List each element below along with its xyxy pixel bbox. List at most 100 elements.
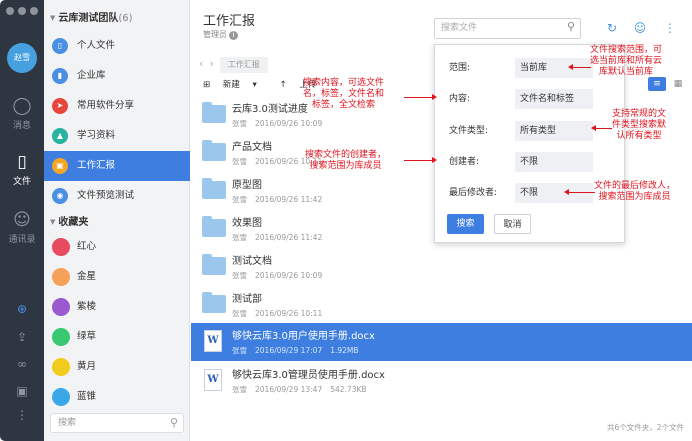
file-date: 2016/09/26 11:42 bbox=[255, 233, 323, 242]
search-content-select[interactable]: 文件名和标签 bbox=[515, 89, 593, 109]
minimize-window-button[interactable] bbox=[18, 7, 26, 15]
file-icon: ▯ bbox=[17, 152, 27, 172]
sidebar-item-label: 常用软件分享 bbox=[77, 100, 135, 111]
color-dot-icon bbox=[52, 238, 70, 256]
add-icon[interactable]: ⊕ bbox=[0, 302, 44, 316]
search-scope-label: 范围: bbox=[449, 63, 471, 73]
color-dot-icon bbox=[52, 328, 70, 346]
sidebar-item-label: 企业库 bbox=[77, 70, 106, 81]
annotation-line: 支持常规的文 bbox=[612, 109, 667, 119]
chat-bubble-icon: ◯ bbox=[12, 96, 32, 116]
last-modifier-select[interactable]: 不限 bbox=[515, 183, 593, 203]
favorite-item-green[interactable]: 绿草 bbox=[44, 324, 190, 350]
file-row[interactable]: 测试文档 张雪 2016/09/26 10:09 bbox=[191, 248, 692, 286]
sidebar-search-input[interactable]: 搜索 ⚲ bbox=[50, 413, 184, 433]
rail-item-messages[interactable]: ◯ 消息 bbox=[0, 96, 44, 131]
sidebar-item-study-materials[interactable]: ▲ 学习资料 bbox=[44, 121, 190, 151]
file-owner: 张雪 bbox=[232, 157, 247, 166]
file-name: 测试部 bbox=[232, 294, 262, 305]
sidebar-item-personal-files[interactable]: ▯ 个人文件 bbox=[44, 31, 190, 61]
sidebar-item-preview-test[interactable]: ◉ 文件预览测试 bbox=[44, 181, 190, 211]
word-doc-icon: W bbox=[204, 369, 222, 391]
file-type-select[interactable]: 所有类型 bbox=[515, 121, 593, 141]
annotation-line: 名，标签，文件名和 bbox=[303, 89, 385, 99]
graduation-icon: ▲ bbox=[52, 128, 68, 144]
file-meta: 张雪 2016/09/26 10:09 bbox=[232, 118, 330, 129]
zoom-window-button[interactable] bbox=[30, 7, 38, 15]
rail-item-contacts[interactable]: ☺ 通讯录 bbox=[0, 210, 44, 245]
sidebar-item-label: 工作汇报 bbox=[77, 160, 116, 171]
file-name: 效果图 bbox=[232, 218, 262, 229]
more-icon[interactable]: ⋮ bbox=[0, 408, 44, 422]
folder-icon bbox=[202, 178, 226, 199]
favorite-item-yellow[interactable]: 黄月 bbox=[44, 354, 190, 380]
sidebar-item-enterprise-library[interactable]: ▮ 企业库 bbox=[44, 61, 190, 91]
new-button[interactable]: ⊞ 新建 ▾ bbox=[203, 80, 267, 90]
annotation-line: 认所有类型 bbox=[616, 131, 662, 141]
caret-down-icon: ▼ bbox=[50, 14, 56, 22]
file-meta: 张雪 2016/09/29 17:07 1.92MB bbox=[232, 345, 367, 356]
file-row[interactable]: 测试部 张雪 2016/09/26 10:11 bbox=[191, 286, 692, 324]
folder-icon bbox=[202, 216, 226, 237]
annotation-last-modifier: 文件的最后修改人， 搜索范围为库成员 bbox=[594, 181, 675, 203]
favorite-item-purple[interactable]: 紫棱 bbox=[44, 294, 190, 320]
briefcase-icon: ▣ bbox=[52, 158, 68, 174]
file-row[interactable]: W 够快云库3.0管理员使用手册.docx 张雪 2016/09/29 13:47… bbox=[191, 362, 692, 400]
sidebar-item-label: 学习资料 bbox=[77, 130, 116, 141]
annotation-arrow bbox=[568, 64, 591, 70]
back-arrow-icon[interactable]: ‹ bbox=[199, 57, 203, 70]
file-name: 够快云库3.0管理员使用手册.docx bbox=[232, 370, 385, 381]
page-title: 工作汇报 bbox=[203, 14, 256, 29]
search-content-label: 内容: bbox=[449, 94, 471, 104]
annotation-creator: 搜索文件的创建者， 搜索范围为库成员 bbox=[305, 150, 386, 172]
file-row-selected[interactable]: W 够快云库3.0用户使用手册.docx 张雪 2016/09/29 17:07 1… bbox=[191, 323, 692, 361]
color-dot-icon bbox=[52, 298, 70, 316]
link-icon[interactable]: ∞ bbox=[0, 357, 44, 371]
cancel-button[interactable]: 取消 bbox=[494, 214, 531, 234]
sidebar-search-placeholder: 搜索 bbox=[58, 418, 77, 428]
close-window-button[interactable] bbox=[6, 7, 14, 15]
search-button[interactable]: 搜索 bbox=[447, 214, 484, 234]
add-member-icon[interactable]: ☺ bbox=[631, 19, 649, 37]
favorite-item-blue[interactable]: 蓝锥 bbox=[44, 384, 190, 410]
annotation-file-type: 支持常规的文 件类型搜索默 认所有类型 bbox=[612, 109, 666, 142]
role-text: 管理员 bbox=[203, 30, 227, 39]
sync-icon[interactable]: ↻ bbox=[603, 19, 621, 37]
file-type-label: 文件类型: bbox=[449, 126, 489, 136]
favorite-item-red[interactable]: 红心 bbox=[44, 234, 190, 260]
annotation-line: 文件的最后修改人， bbox=[594, 181, 676, 191]
sidebar-item-work-report[interactable]: ▣ 工作汇报 bbox=[44, 151, 190, 181]
annotation-line: 搜索范围为库成员 bbox=[309, 161, 382, 171]
file-name: 够快云库3.0用户使用手册.docx bbox=[232, 331, 375, 342]
sidebar-item-software-share[interactable]: ➤ 常用软件分享 bbox=[44, 91, 190, 121]
word-doc-icon: W bbox=[204, 330, 222, 352]
favorite-label: 蓝锥 bbox=[77, 391, 97, 402]
grid-view-icon[interactable]: ▦ bbox=[669, 77, 687, 91]
favorites-header[interactable]: ▼ 收藏夹 bbox=[44, 212, 190, 232]
info-icon[interactable]: i bbox=[229, 31, 238, 40]
file-owner: 张雪 bbox=[232, 119, 247, 128]
avatar[interactable]: 赵雪 bbox=[7, 43, 37, 73]
share-icon: ➤ bbox=[52, 98, 68, 114]
annotation-line: 搜索范围为库成员 bbox=[598, 192, 671, 202]
list-view-icon[interactable]: ≡ bbox=[648, 77, 666, 91]
file-date: 2016/09/26 11:42 bbox=[255, 195, 323, 204]
favorite-label: 红心 bbox=[77, 241, 97, 252]
rail-item-files[interactable]: ▯ 文件 bbox=[0, 152, 44, 187]
forward-arrow-icon[interactable]: › bbox=[209, 57, 213, 70]
file-owner: 张雪 bbox=[232, 385, 247, 394]
rail-item-label: 文件 bbox=[12, 177, 31, 187]
search-scope-select[interactable]: 当前库 bbox=[515, 58, 593, 78]
favorite-item-gold[interactable]: 金星 bbox=[44, 264, 190, 290]
file-search-input[interactable]: 搜索文件 ⚲ bbox=[434, 18, 581, 39]
lock-icon[interactable]: ▣ bbox=[0, 384, 44, 398]
last-modifier-label: 最后修改者: bbox=[449, 188, 498, 198]
annotation-line: 选当前库和所有云 bbox=[590, 56, 663, 66]
upload-icon[interactable]: ⇪ bbox=[0, 330, 44, 344]
team-header[interactable]: ▼ 云库测试团队(6) bbox=[44, 8, 190, 28]
creator-select[interactable]: 不限 bbox=[515, 152, 593, 172]
more-vertical-icon[interactable]: ⋮ bbox=[661, 19, 679, 37]
breadcrumb[interactable]: 工作汇报 bbox=[219, 57, 268, 73]
color-dot-icon bbox=[52, 268, 70, 286]
annotation-line: 搜索文件的创建者， bbox=[305, 150, 387, 160]
